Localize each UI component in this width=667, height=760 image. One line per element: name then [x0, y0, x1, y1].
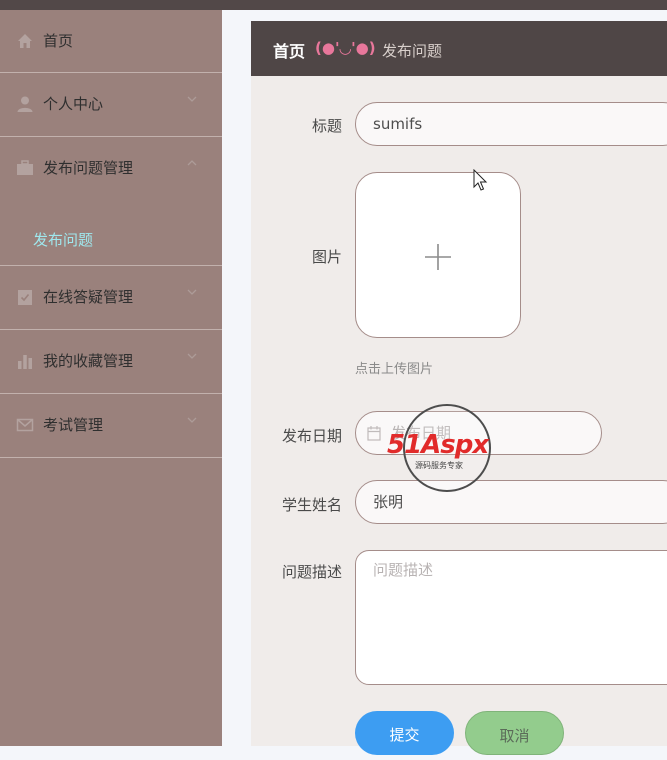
breadcrumb-current: 发布问题: [382, 42, 443, 60]
chevron-down-icon: [187, 353, 197, 359]
mail-icon: [16, 418, 34, 432]
breadcrumb-separator: (●'◡'●): [315, 39, 376, 57]
image-label: 图片: [311, 248, 342, 266]
sidebar-item-profile[interactable]: 个人中心: [0, 73, 222, 137]
sidebar-item-label: 发布问题管理: [43, 159, 134, 177]
cancel-button[interactable]: 取消: [465, 711, 564, 755]
student-name-input[interactable]: 张明: [355, 480, 667, 524]
bar-chart-icon: [18, 355, 32, 369]
top-bar: [0, 0, 667, 10]
description-textarea[interactable]: 问题描述: [355, 550, 667, 685]
main-panel: 首页 (●'◡'●) 发布问题 标题 sumifs 图片 点击上传图片 发布日期…: [251, 21, 667, 755]
home-icon: [18, 34, 32, 48]
calendar-icon: [367, 426, 381, 441]
sidebar-subitem-label: 发布问题: [33, 231, 94, 249]
briefcase-icon: [17, 160, 33, 175]
sidebar-item-exams[interactable]: 考试管理: [0, 394, 222, 458]
sidebar-subitem-publish-question[interactable]: 发布问题: [0, 210, 222, 266]
sidebar-item-label: 我的收藏管理: [43, 352, 134, 370]
date-label: 发布日期: [281, 427, 342, 445]
description-label: 问题描述: [281, 563, 342, 581]
image-upload-box[interactable]: [355, 172, 521, 338]
sidebar-item-favorites[interactable]: 我的收藏管理: [0, 330, 222, 394]
sidebar-item-label: 首页: [43, 32, 74, 50]
upload-hint: 点击上传图片: [355, 362, 434, 377]
chevron-down-icon: [187, 289, 197, 295]
mouse-cursor-icon: [473, 169, 488, 191]
sidebar: 首页 个人中心 发布问题管理 发布问题 在线答疑管理 我的收藏管理 考试管理: [0, 10, 222, 746]
breadcrumb: 首页 (●'◡'●) 发布问题: [251, 21, 667, 76]
sidebar-item-home[interactable]: 首页: [0, 10, 222, 73]
sidebar-item-label: 个人中心: [43, 95, 104, 113]
date-picker-input[interactable]: 发布日期: [355, 411, 602, 455]
sidebar-item-online-qa[interactable]: 在线答疑管理: [0, 266, 222, 330]
chevron-up-icon: [187, 160, 197, 166]
breadcrumb-home-link[interactable]: 首页: [273, 38, 305, 62]
plus-icon: [425, 244, 451, 270]
student-name-label: 学生姓名: [281, 496, 342, 514]
sidebar-item-label: 考试管理: [43, 416, 104, 434]
date-placeholder: 发布日期: [391, 424, 452, 442]
sidebar-item-label: 在线答疑管理: [43, 288, 134, 306]
chevron-down-icon: [187, 96, 197, 102]
chevron-down-icon: [187, 417, 197, 423]
submit-button[interactable]: 提交: [355, 711, 454, 755]
title-input[interactable]: sumifs: [355, 102, 667, 146]
title-label: 标题: [311, 117, 342, 135]
clipboard-icon: [18, 290, 32, 305]
sidebar-item-question-mgmt[interactable]: 发布问题管理: [0, 137, 222, 210]
user-icon: [17, 96, 33, 112]
